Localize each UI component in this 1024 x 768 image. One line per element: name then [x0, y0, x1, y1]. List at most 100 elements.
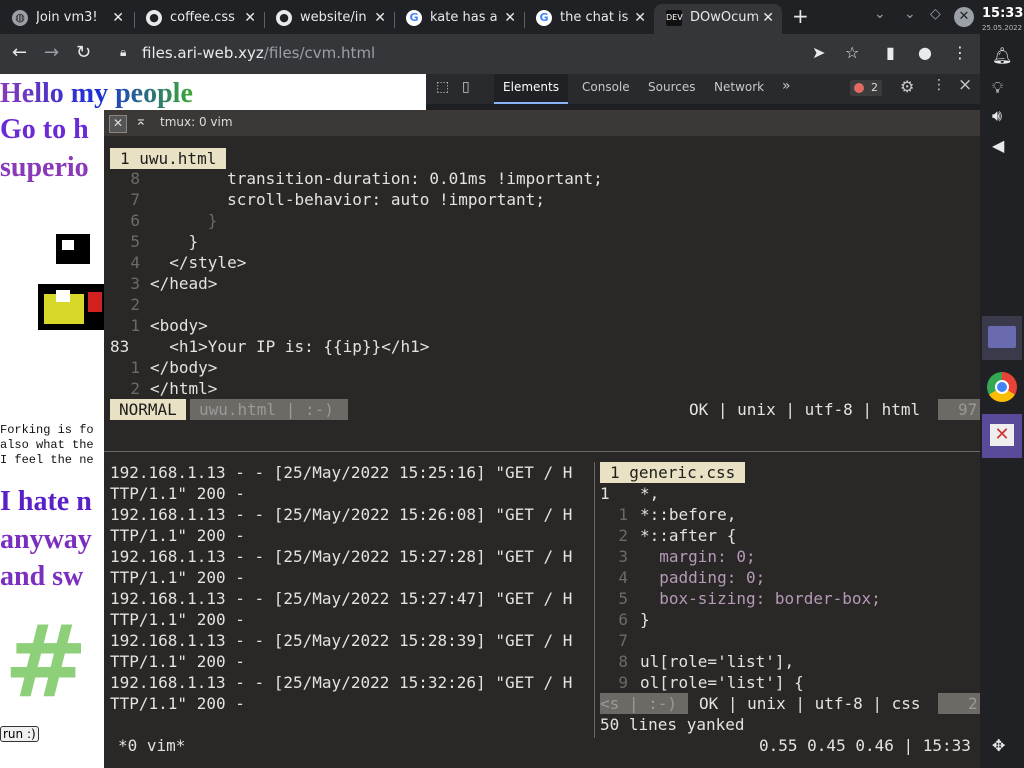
error-count: 2: [871, 81, 878, 94]
pixel-bird-image: [56, 234, 90, 264]
devtools-kebab-icon[interactable]: ⋮: [932, 77, 946, 93]
code-line: *,: [640, 484, 660, 503]
collapse-left-icon[interactable]: ◀: [992, 136, 1004, 155]
lightbulb-icon[interactable]: 💡︎: [992, 78, 1003, 98]
window-close-icon[interactable]: ✕: [954, 7, 974, 27]
tab-search-icon[interactable]: ⌄: [874, 6, 886, 22]
new-tab-button[interactable]: +: [792, 4, 809, 28]
terminal-titlebar[interactable]: [104, 110, 980, 136]
globe-icon: ◍: [12, 10, 28, 26]
vim-buffer-tab[interactable]: 1 uwu.html: [110, 148, 227, 169]
minimize-icon[interactable]: ⌄: [904, 6, 916, 22]
devtools-tab-elements[interactable]: Elements: [494, 74, 568, 104]
chrome-app-icon[interactable]: [982, 366, 1022, 410]
pane-divider[interactable]: [594, 462, 595, 738]
line-number: 1: [618, 505, 628, 524]
log-line: 192.168.1.13 - - [25/May/2022 15:27:47] …: [110, 589, 573, 608]
page-heading-line: and sw: [0, 561, 84, 592]
page-heading-line: I hate n: [0, 486, 92, 517]
devto-icon: DEV: [666, 10, 683, 26]
close-icon[interactable]: ✕: [112, 4, 124, 32]
run-button[interactable]: run :): [0, 726, 39, 742]
bell-icon[interactable]: 🔔︎: [992, 46, 1012, 65]
log-line: 192.168.1.13 - - [25/May/2022 15:32:26] …: [110, 673, 573, 692]
error-icon: [854, 83, 864, 93]
back-icon[interactable]: ←: [12, 42, 27, 63]
vim-buffer-tab[interactable]: 1 generic.css: [600, 462, 746, 483]
gear-icon[interactable]: ⚙: [900, 77, 914, 96]
tab-2[interactable]: ● website/in ✕: [264, 4, 394, 34]
code-line: <h1>Your IP is: {{ip}}</h1>: [150, 337, 430, 356]
tab-label: coffee.css: [170, 10, 235, 25]
log-line: TTP/1.1" 200 -: [110, 484, 245, 503]
address-bar[interactable]: files.ari-web.xyz/files/cvm.html: [142, 44, 375, 62]
device-toggle-icon[interactable]: ▯: [462, 79, 470, 95]
bookmark-star-icon[interactable]: ☆: [845, 43, 859, 62]
devtools-more-tabs[interactable]: »: [782, 78, 791, 94]
line-number: 2: [130, 295, 140, 314]
vim-file-status: uwu.html | :-): [190, 399, 348, 420]
url-host: files.ari-web.xyz: [142, 44, 264, 62]
tab-0[interactable]: ◍ Join vm3! ✕: [0, 4, 132, 34]
line-number: 3: [618, 547, 628, 566]
devtools-tab-console[interactable]: Console: [582, 80, 630, 94]
vim-file-info: OK | unix | utf-8 | html: [689, 400, 921, 419]
line-number: 5: [618, 589, 628, 608]
google-icon: G: [536, 10, 552, 26]
menu-kebab-icon[interactable]: ⋮: [952, 43, 968, 62]
maximize-icon[interactable]: ◇: [930, 6, 941, 22]
line-number: 3: [130, 274, 140, 293]
x-app-icon[interactable]: ✕: [982, 414, 1022, 458]
close-icon[interactable]: ✕: [244, 4, 256, 32]
vim-mode-indicator: NORMAL: [110, 399, 186, 420]
log-line: 192.168.1.13 - - [25/May/2022 15:28:39] …: [110, 631, 573, 650]
close-icon[interactable]: ✕: [374, 4, 386, 32]
tmux-window-list[interactable]: *0 vim*: [118, 735, 185, 756]
vim-scroll-percent: 2: [938, 693, 980, 714]
devtools-error-badge[interactable]: 2: [850, 80, 882, 96]
current-line-number: 83: [110, 337, 130, 356]
lock-icon[interactable]: 🔒︎: [120, 45, 126, 60]
tab-label: website/in: [300, 10, 367, 25]
vim-message: 50 lines yanked: [600, 715, 745, 734]
line-number: 7: [130, 190, 140, 209]
tab-1[interactable]: ● coffee.css ✕: [134, 4, 264, 34]
hash-logo-image: #: [4, 603, 88, 720]
keep-above-icon[interactable]: ⌅: [135, 113, 147, 129]
close-icon[interactable]: ✕: [762, 4, 774, 32]
pane-divider[interactable]: [104, 451, 980, 452]
devtools-tab-sources[interactable]: Sources: [648, 80, 695, 94]
log-line: TTP/1.1" 200 -: [110, 694, 245, 713]
inspect-icon[interactable]: ⬚: [436, 79, 449, 95]
close-icon[interactable]: ✕: [109, 115, 127, 133]
devtools-tab-network[interactable]: Network: [714, 80, 764, 94]
code-line: </style>: [150, 253, 247, 272]
code-line: </body>: [150, 358, 218, 377]
files-app-icon[interactable]: [982, 316, 1022, 360]
profile-icon[interactable]: ●: [918, 43, 932, 62]
page-heading-line: anyway: [0, 524, 92, 555]
tab-4[interactable]: G the chat is ✕: [524, 4, 654, 34]
github-icon: ●: [146, 10, 162, 26]
line-number: 1: [130, 316, 140, 335]
tab-3[interactable]: G kate has a ✕: [394, 4, 524, 34]
code-line: scroll-behavior: auto !important;: [150, 190, 545, 209]
code-line: padding: 0;: [640, 568, 766, 587]
tab-5-active[interactable]: DEV DOwOcum ✕: [654, 4, 782, 34]
close-icon[interactable]: ✕: [634, 4, 646, 32]
volume-icon[interactable]: 🔊︎: [992, 106, 1002, 126]
reload-icon[interactable]: ↻: [76, 42, 91, 63]
move-icon[interactable]: ✥: [992, 736, 1005, 755]
line-number: 8: [130, 169, 140, 188]
terminal-title: tmux: 0 vim: [160, 115, 233, 129]
send-icon[interactable]: ➤: [812, 43, 825, 62]
devtools-close-icon[interactable]: ×: [958, 75, 972, 95]
close-icon[interactable]: ✕: [504, 4, 516, 32]
clock: 15:33: [982, 6, 1024, 21]
line-number: 9: [618, 673, 628, 692]
code-line: ul[role='list'],: [640, 652, 795, 671]
page-text-line: Forking is fo: [0, 423, 94, 437]
side-panel-icon[interactable]: ▮: [886, 43, 895, 62]
forward-icon[interactable]: →: [44, 42, 59, 63]
tab-label: Join vm3!: [36, 10, 98, 25]
